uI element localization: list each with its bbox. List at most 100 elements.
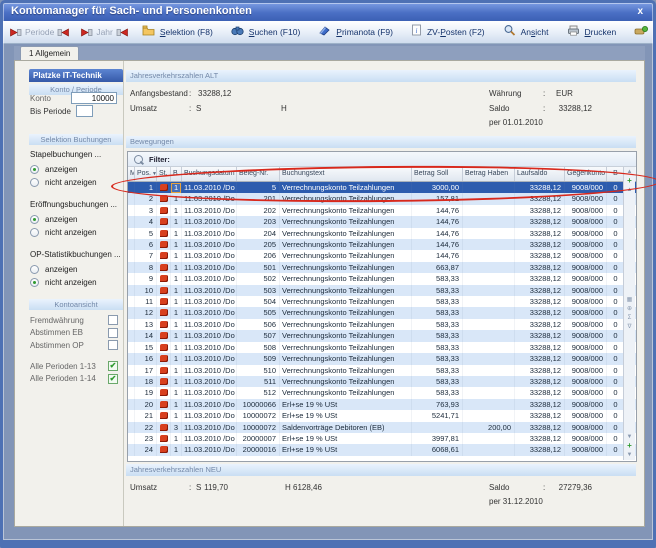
- row-add2-icon[interactable]: +: [627, 443, 632, 449]
- sum-icon[interactable]: Σ: [628, 315, 632, 321]
- cell: [412, 422, 463, 433]
- table-row[interactable]: 10111.03.2010 /Do503Verrechnungskonto Te…: [128, 285, 636, 296]
- table-row[interactable]: 19111.03.2010 /Do512Verrechnungskonto Te…: [128, 387, 636, 398]
- zoom-icon[interactable]: ⊕: [627, 306, 632, 312]
- table-row[interactable]: 7111.03.2010 /Do206Verrechnungskonto Tei…: [128, 250, 636, 261]
- column-header-buchungstext[interactable]: Buchungstext: [280, 167, 412, 181]
- checkbox-unchecked-icon[interactable]: [108, 315, 118, 325]
- cell: 144,76: [412, 250, 463, 261]
- table-row[interactable]: 5111.03.2010 /Do204Verrechnungskonto Tei…: [128, 228, 636, 239]
- cell: 11.03.2010 /Do: [182, 444, 237, 455]
- checkbox-checked-icon[interactable]: ✔: [108, 361, 118, 371]
- checkbox-unchecked-icon[interactable]: [108, 328, 118, 338]
- toolbar-button-binoculars[interactable]: Suchen (F10): [227, 21, 307, 43]
- table-row[interactable]: 13111.03.2010 /Do506Verrechnungskonto Te…: [128, 319, 636, 330]
- column-header-b[interactable]: B: [171, 167, 182, 181]
- tab-allgemein[interactable]: 1 Allgemein: [20, 46, 79, 60]
- checkbox-row[interactable]: Fremdwährung: [30, 314, 118, 327]
- toolbar-button-magnifier[interactable]: Ansicht: [499, 21, 555, 43]
- posting-marker-icon: [160, 355, 168, 362]
- table-row[interactable]: 16111.03.2010 /Do509Verrechnungskonto Te…: [128, 353, 636, 364]
- table-row[interactable]: 15111.03.2010 /Do508Verrechnungskonto Te…: [128, 342, 636, 353]
- cell: 504: [237, 296, 280, 307]
- close-button[interactable]: x: [637, 5, 643, 19]
- radio-selected-icon[interactable]: [30, 278, 39, 287]
- waehrung-label: Währung: [489, 89, 521, 98]
- grid-view-icon[interactable]: ▦: [627, 297, 633, 303]
- toolbar-button-extras[interactable]: Extras: [630, 21, 656, 43]
- radio-option[interactable]: nicht anzeigen: [30, 176, 122, 189]
- konto-input[interactable]: 10000: [71, 92, 117, 104]
- column-header-pos-[interactable]: Pos.▼: [135, 167, 157, 181]
- table-row[interactable]: 21111.03.2010 /Do10000072Erl+se 19 % USt…: [128, 410, 636, 421]
- column-header-betrag-haben[interactable]: Betrag Haben: [463, 167, 515, 181]
- filter-row[interactable]: Filter:: [128, 152, 636, 167]
- periode-next-button[interactable]: [57, 28, 70, 37]
- toolbar-button-printer[interactable]: Drucken: [563, 21, 623, 43]
- jahr-next-button[interactable]: [116, 28, 129, 37]
- filter-funnel-icon[interactable]: ∇: [627, 324, 631, 330]
- radio-selected-icon[interactable]: [30, 165, 39, 174]
- row-add-icon[interactable]: +: [627, 178, 632, 184]
- column-header-gegenkonto[interactable]: Gegenkonto: [565, 167, 607, 181]
- cell: 502: [237, 273, 280, 284]
- cell: 11.03.2010 /Do: [182, 387, 237, 398]
- column-header-laufsaldo[interactable]: Laufsaldo: [515, 167, 565, 181]
- table-row[interactable]: 17111.03.2010 /Do510Verrechnungskonto Te…: [128, 365, 636, 376]
- table-row[interactable]: 8111.03.2010 /Do501Verrechnungskonto Tei…: [128, 262, 636, 273]
- grid-scroll-strip[interactable]: ▲ + ▲ ▦ ⊕ Σ ∇ ▼ + ▼: [623, 167, 635, 460]
- radio-option[interactable]: nicht anzeigen: [30, 276, 122, 289]
- radio-label: nicht anzeigen: [45, 228, 97, 237]
- radio-unselected-icon[interactable]: [30, 228, 39, 237]
- checkbox-row[interactable]: Alle Perioden 1-13✔: [30, 360, 118, 373]
- toolbar-button-book[interactable]: Primanota (F9): [314, 21, 399, 43]
- cell: 203: [237, 216, 280, 227]
- cell: 1: [171, 433, 182, 444]
- title-bar[interactable]: Kontomanager für Sach- und Personenkonte…: [3, 3, 653, 21]
- jahr-prev-button[interactable]: [80, 28, 93, 37]
- scroll-bottom-icon[interactable]: ▼: [627, 452, 633, 458]
- column-header-m[interactable]: M: [128, 167, 135, 181]
- table-row[interactable]: 6111.03.2010 /Do205Verrechnungskonto Tei…: [128, 239, 636, 250]
- table-row[interactable]: 11111.03.2010 /Do504Verrechnungskonto Te…: [128, 296, 636, 307]
- checkbox-row[interactable]: Abstimmen EB: [30, 327, 118, 340]
- table-row[interactable]: 2111.03.2010 /Do201Verrechnungskonto Tei…: [128, 193, 636, 204]
- radio-selected-icon[interactable]: [30, 215, 39, 224]
- checkbox-unchecked-icon[interactable]: [108, 340, 118, 350]
- table-row[interactable]: 3111.03.2010 /Do202Verrechnungskonto Tei…: [128, 205, 636, 216]
- table-row[interactable]: 9111.03.2010 /Do502Verrechnungskonto Tei…: [128, 273, 636, 284]
- table-row[interactable]: 14111.03.2010 /Do507Verrechnungskonto Te…: [128, 330, 636, 341]
- table-row[interactable]: 18111.03.2010 /Do511Verrechnungskonto Te…: [128, 376, 636, 387]
- table-row[interactable]: 4111.03.2010 /Do203Verrechnungskonto Tei…: [128, 216, 636, 227]
- toolbar-button-folder[interactable]: Selektion (F8): [138, 21, 219, 43]
- checkbox-row[interactable]: Abstimmen OP: [30, 339, 118, 352]
- radio-option[interactable]: anzeigen: [30, 213, 122, 226]
- column-header-buchungsdatum[interactable]: Buchungsdatum: [182, 167, 237, 181]
- table-row[interactable]: 1111.03.2010 /Do5Verrechnungskonto Teilz…: [128, 182, 636, 193]
- checkbox-row[interactable]: Alle Perioden 1-14✔: [30, 373, 118, 386]
- toolbar-button-document[interactable]: iZV-Posten (F2): [407, 21, 491, 43]
- cell: 9008/000: [565, 365, 607, 376]
- radio-option[interactable]: anzeigen: [30, 163, 122, 176]
- radio-option[interactable]: anzeigen: [30, 263, 122, 276]
- cell: [463, 444, 515, 455]
- toolbar-button-label: Suchen (F10): [249, 27, 301, 37]
- scroll-up-icon[interactable]: ▲: [627, 187, 633, 193]
- checkbox-checked-icon[interactable]: ✔: [108, 374, 118, 384]
- radio-unselected-icon[interactable]: [30, 178, 39, 187]
- column-header-betrag-soll[interactable]: Betrag Soll: [412, 167, 463, 181]
- table-row[interactable]: 23111.03.2010 /Do20000007Erl+se 19 % USt…: [128, 433, 636, 444]
- radio-unselected-icon[interactable]: [30, 265, 39, 274]
- column-header-beleg-nr-[interactable]: Beleg-Nr.: [237, 167, 280, 181]
- bis-periode-input[interactable]: [76, 105, 93, 117]
- table-row[interactable]: 12111.03.2010 /Do505Verrechnungskonto Te…: [128, 307, 636, 318]
- posting-marker-icon: [160, 264, 168, 271]
- periode-prev-button[interactable]: [9, 28, 22, 37]
- scroll-top-icon[interactable]: ▲: [627, 169, 633, 175]
- scroll-down-icon[interactable]: ▼: [627, 434, 633, 440]
- column-header-st-[interactable]: St.: [157, 167, 171, 181]
- table-row[interactable]: 24111.03.2010 /Do20000016Erl+se 19 % USt…: [128, 444, 636, 455]
- radio-option[interactable]: nicht anzeigen: [30, 226, 122, 239]
- table-row[interactable]: 20111.03.2010 /Do10000066Erl+se 19 % USt…: [128, 399, 636, 410]
- table-row[interactable]: 22311.03.2010 /Do10000072Saldenvorträge …: [128, 422, 636, 433]
